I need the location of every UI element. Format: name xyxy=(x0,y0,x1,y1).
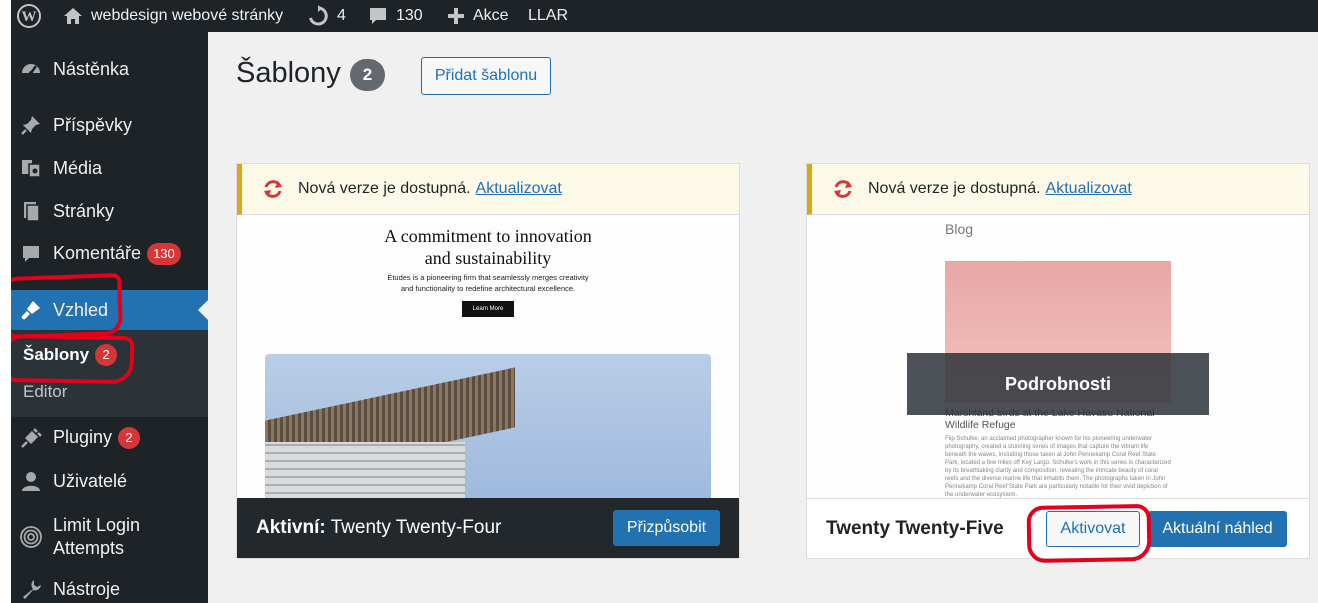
dashboard-icon xyxy=(19,57,43,81)
theme-name: Twenty Twenty-Five xyxy=(826,517,1004,539)
submenu-item-editor[interactable]: Editor xyxy=(23,382,67,402)
add-theme-button[interactable]: Přidat šablonu xyxy=(421,57,551,95)
sidebar-label: Média xyxy=(53,157,103,178)
new-content-link[interactable]: Akce xyxy=(447,0,509,32)
building-shape xyxy=(265,442,465,500)
theme-card-inactive[interactable]: Nová verze je dostupná. Aktualizovat Blo… xyxy=(806,163,1310,559)
theme-screenshot[interactable]: A commitment to innovation and sustainab… xyxy=(237,215,739,500)
theme-footer: Twenty Twenty-Five Aktivovat Aktuální ná… xyxy=(807,498,1309,558)
site-name: webdesign webové stránky xyxy=(91,7,284,24)
sidebar-label: Limit Login Attempts xyxy=(53,514,140,560)
page-title: Šablony xyxy=(236,57,341,89)
sidebar-label: Nástěnka xyxy=(53,58,130,79)
comments-badge: 130 xyxy=(147,243,181,266)
comments-count: 130 xyxy=(396,7,423,24)
comments-label: Komentáře xyxy=(53,242,142,263)
comments-icon xyxy=(19,242,43,266)
sidebar-label: Nástroje xyxy=(53,578,121,599)
admin-sidebar: Nástěnka Příspěvky Média Stránky Komentá… xyxy=(11,32,208,603)
comment-icon xyxy=(368,6,388,26)
home-icon xyxy=(63,6,83,26)
sidebar-item-pages[interactable]: Stránky xyxy=(11,192,208,230)
submenu-label: Šablony xyxy=(23,345,90,364)
sidebar-label: Uživatelé xyxy=(53,470,128,491)
sidebar-item-tools[interactable]: Nástroje xyxy=(11,570,208,603)
limit-login-line1: Limit Login xyxy=(53,515,141,535)
updates-count: 4 xyxy=(337,7,346,24)
active-prefix: Aktivní: xyxy=(256,517,326,538)
sidebar-item-plugins[interactable]: Pluginy 2 xyxy=(11,419,208,457)
live-preview-button[interactable]: Aktuální náhled xyxy=(1148,510,1287,547)
customize-button[interactable]: Přizpůsobit xyxy=(613,510,720,546)
update-icon xyxy=(832,178,854,200)
updates-link[interactable]: 4 xyxy=(307,0,346,32)
svg-text:W: W xyxy=(22,9,37,25)
submenu-label: Editor xyxy=(23,382,68,401)
refresh-icon xyxy=(307,5,329,27)
new-content-label: Akce xyxy=(473,7,509,24)
wordpress-icon: W xyxy=(17,4,41,28)
sidebar-label: Pluginy 2 xyxy=(53,426,141,450)
users-icon xyxy=(19,469,43,493)
theme-count-badge: 2 xyxy=(350,59,385,91)
theme-screenshot[interactable]: Blog Marshland birds at the Lake Havasu … xyxy=(807,215,1309,500)
preview-body: Flip Schulke, an acclaimed photographer … xyxy=(945,436,1171,498)
plugins-label: Pluginy xyxy=(53,426,113,447)
plugins-badge: 2 xyxy=(118,427,141,450)
sidebar-label: Příspěvky xyxy=(53,114,133,135)
preview-description: Études is a pioneering firm that seamles… xyxy=(237,272,739,294)
fingerprint-icon xyxy=(19,525,43,549)
theme-card-active[interactable]: Nová verze je dostupná. Aktualizovat A c… xyxy=(236,163,740,559)
update-link[interactable]: Aktualizovat xyxy=(1046,180,1132,198)
sidebar-item-posts[interactable]: Příspěvky xyxy=(11,106,208,144)
limit-login-line2: Attempts xyxy=(53,538,125,558)
sidebar-item-appearance[interactable]: Vzhled xyxy=(11,290,208,330)
activate-button[interactable]: Aktivovat xyxy=(1046,510,1140,547)
update-notice: Nová verze je dostupná. Aktualizovat xyxy=(237,164,739,215)
submenu-item-themes[interactable]: Šablony 2 xyxy=(23,344,118,366)
sidebar-item-comments[interactable]: Komentáře 130 xyxy=(11,235,208,273)
admin-bar: W webdesign webové stránky 4 130 Akce LL… xyxy=(11,0,1318,32)
preview-architecture-image xyxy=(265,354,711,500)
notice-text: Nová verze je dostupná. xyxy=(298,180,471,197)
preview-learn-more: Learn More xyxy=(462,301,514,317)
wordpress-logo-button[interactable]: W xyxy=(17,0,41,32)
wp-admin-window: W webdesign webové stránky 4 130 Akce LL… xyxy=(11,0,1318,603)
pin-icon xyxy=(19,113,43,137)
tools-icon xyxy=(19,577,43,601)
plugins-icon xyxy=(19,426,43,450)
sidebar-label: Stránky xyxy=(53,200,115,221)
sidebar-item-dashboard[interactable]: Nástěnka xyxy=(11,50,208,88)
active-indicator xyxy=(198,300,208,320)
preview-desc-line2: and functionality to redefine architectu… xyxy=(400,284,576,293)
sidebar-label: Komentáře 130 xyxy=(53,242,181,266)
notice-text: Nová verze je dostupná. xyxy=(868,180,1041,197)
plus-icon xyxy=(447,7,465,25)
appearance-icon xyxy=(19,298,43,322)
theme-details-overlay[interactable]: Podrobnosti xyxy=(907,353,1209,415)
active-theme-name: Twenty Twenty-Four xyxy=(330,517,502,538)
sidebar-item-users[interactable]: Uživatelé xyxy=(11,462,208,500)
update-notice: Nová verze je dostupná. Aktualizovat xyxy=(807,164,1309,215)
preview-title-line1: A commitment to innovation xyxy=(384,226,592,246)
pages-icon xyxy=(19,199,43,223)
preview-blog-label: Blog xyxy=(945,221,974,237)
site-name-link[interactable]: webdesign webové stránky xyxy=(63,0,283,32)
sidebar-label: Vzhled xyxy=(53,299,109,320)
preview-title: A commitment to innovation and sustainab… xyxy=(237,225,739,269)
comments-link[interactable]: 130 xyxy=(368,0,423,32)
sidebar-item-limit-login[interactable]: Limit Login Attempts xyxy=(11,512,208,562)
appearance-submenu: Šablony 2 Editor xyxy=(11,330,208,417)
llar-label: LLAR xyxy=(528,7,569,24)
sidebar-item-media[interactable]: Média xyxy=(11,149,208,187)
llar-link[interactable]: LLAR xyxy=(528,0,568,32)
update-link[interactable]: Aktualizovat xyxy=(476,180,562,198)
update-icon xyxy=(262,178,284,200)
theme-name: Aktivní: Twenty Twenty-Four xyxy=(256,517,501,539)
preview-desc-line1: Études is a pioneering firm that seamles… xyxy=(387,273,589,282)
preview-title-line2: and sustainability xyxy=(424,248,552,268)
theme-footer: Aktivní: Twenty Twenty-Four Přizpůsobit xyxy=(237,498,739,558)
media-icon xyxy=(19,156,43,180)
themes-badge: 2 xyxy=(95,344,118,366)
